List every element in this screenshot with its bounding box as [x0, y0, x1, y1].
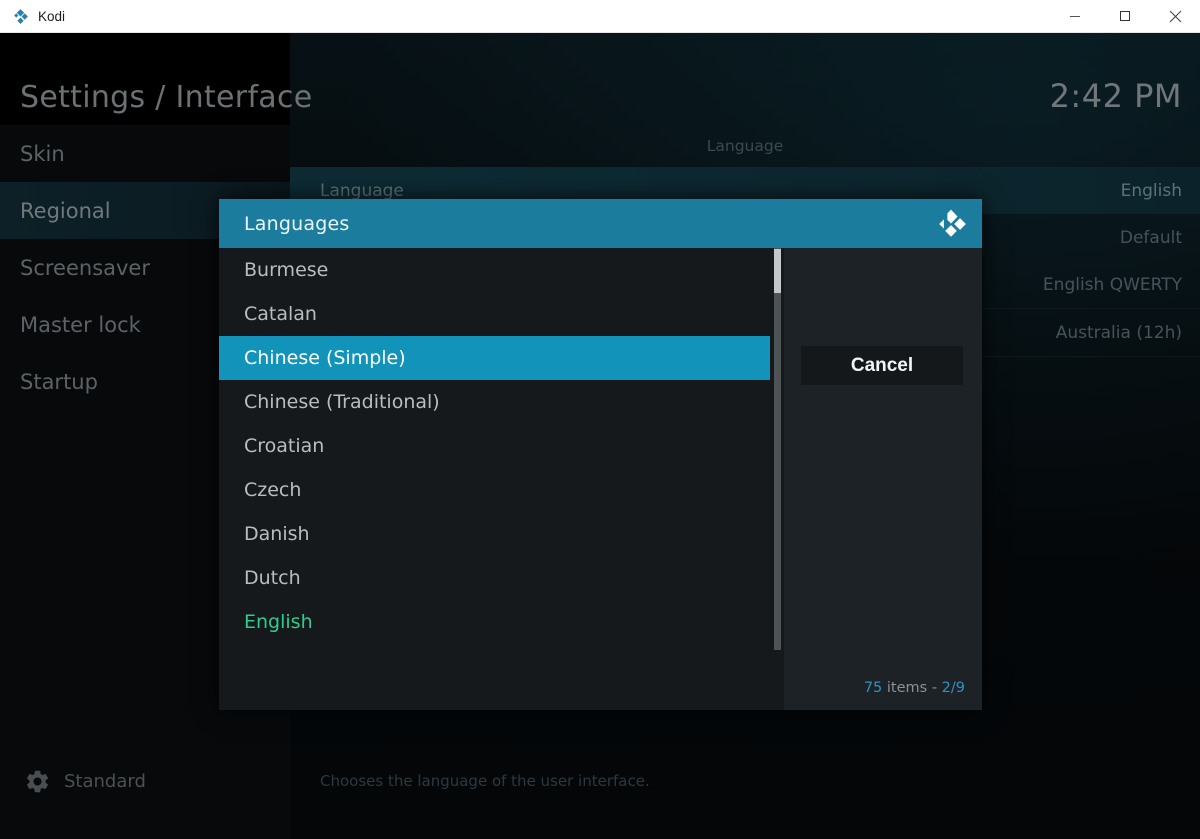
list-item-label: Croatian	[244, 435, 325, 457]
item-total: 75	[863, 680, 883, 696]
list-item-label: Danish	[244, 523, 310, 545]
sidebar-item-label: Regional	[20, 198, 111, 223]
settings-header: Settings / Interface 2:42 PM	[0, 33, 1200, 125]
cancel-button[interactable]: Cancel	[801, 346, 963, 385]
languages-dialog: Languages Burmese Catalan Chinese (Simpl…	[219, 199, 982, 710]
setting-value: Australia (12h)	[1055, 322, 1182, 343]
item-page: 2/9	[941, 680, 965, 696]
dialog-header: Languages	[219, 199, 982, 248]
sidebar-item-label: Startup	[20, 369, 98, 394]
item-count-status: 75 items - 2/9	[864, 680, 965, 696]
setting-description: Chooses the language of the user interfa…	[320, 772, 650, 790]
list-item-label: Burmese	[244, 259, 329, 281]
list-item-label: Chinese (Traditional)	[244, 391, 440, 413]
dialog-title: Languages	[244, 212, 350, 235]
titlebar-left: Kodi	[0, 8, 1050, 25]
setting-value: Default	[1119, 227, 1182, 248]
list-item[interactable]: Croatian	[219, 424, 784, 468]
sidebar-item-label: Screensaver	[20, 255, 150, 280]
sidebar-item-skin[interactable]: Skin	[0, 125, 290, 182]
dialog-body: Burmese Catalan Chinese (Simple) Chinese…	[219, 248, 982, 710]
maximize-icon[interactable]	[1100, 0, 1150, 33]
clock: 2:42 PM	[1049, 77, 1182, 115]
dialog-side-panel: Cancel 75 items - 2/9	[784, 248, 982, 710]
settings-level-label: Standard	[64, 771, 146, 792]
minimize-icon[interactable]	[1050, 0, 1100, 33]
gear-icon	[24, 768, 51, 795]
window-controls	[1050, 0, 1200, 33]
settings-group-title: Language	[706, 137, 784, 155]
kodi-logo-icon	[12, 8, 29, 25]
list-item[interactable]: Dutch	[219, 556, 784, 600]
list-scrollbar[interactable]	[770, 248, 784, 710]
sidebar-item-label: Skin	[20, 141, 65, 166]
scrollbar-thumb[interactable]	[773, 248, 781, 293]
list-item[interactable]: Chinese (Traditional)	[219, 380, 784, 424]
setting-value: English	[1120, 180, 1182, 201]
language-list[interactable]: Burmese Catalan Chinese (Simple) Chinese…	[219, 248, 784, 710]
kodi-app: Settings / Interface 2:42 PM Skin Region…	[0, 33, 1200, 839]
kodi-logo-icon	[934, 207, 968, 241]
list-item-label: Catalan	[244, 303, 317, 325]
item-count-word: items -	[886, 680, 938, 696]
list-item-current[interactable]: English	[219, 600, 784, 644]
list-item[interactable]: Catalan	[219, 292, 784, 336]
list-item-label: English	[244, 611, 313, 633]
list-item[interactable]: Burmese	[219, 248, 784, 292]
list-item[interactable]: Danish	[219, 512, 784, 556]
window-titlebar: Kodi	[0, 0, 1200, 33]
setting-label: Language	[320, 180, 404, 201]
list-item-selected[interactable]: Chinese (Simple)	[219, 336, 784, 380]
list-item-label: Czech	[244, 479, 302, 501]
page-title: Settings / Interface	[20, 80, 313, 115]
list-item-label: Chinese (Simple)	[244, 347, 406, 369]
scrollbar-track[interactable]	[773, 248, 781, 650]
close-icon[interactable]	[1150, 0, 1200, 33]
list-item[interactable]: Czech	[219, 468, 784, 512]
sidebar-item-label: Master lock	[20, 312, 141, 337]
list-item-label: Dutch	[244, 567, 301, 589]
setting-value: English QWERTY	[1042, 274, 1182, 295]
settings-level-selector[interactable]: Standard	[0, 768, 290, 795]
window-title: Kodi	[38, 8, 66, 24]
